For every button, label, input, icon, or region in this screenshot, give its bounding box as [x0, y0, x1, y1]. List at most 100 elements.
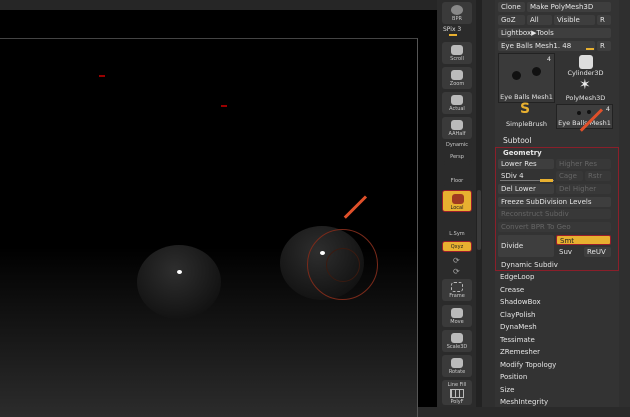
bpr-label: BPR	[452, 16, 462, 22]
smt-toggle[interactable]: Smt	[556, 235, 611, 245]
clone-button[interactable]: Clone	[498, 2, 525, 12]
visible-button[interactable]: Visible	[554, 15, 595, 25]
zoom-icon	[451, 70, 463, 80]
spix-label[interactable]: SPix 3	[443, 26, 461, 33]
lower-res-button[interactable]: Lower Res	[498, 159, 554, 169]
eyeball-icon	[512, 71, 521, 80]
eyeball-icon	[577, 111, 581, 115]
section-meshintegrity[interactable]: MeshIntegrity	[500, 398, 548, 406]
zoom-icon	[451, 95, 463, 105]
frame-icon	[451, 282, 463, 292]
tool-thumb-simplebrush[interactable]: S SimpleBrush	[498, 101, 555, 129]
section-shadowbox[interactable]: ShadowBox	[500, 298, 541, 306]
suv-toggle[interactable]: Suv	[556, 247, 582, 257]
section-crease[interactable]: Crease	[500, 286, 524, 294]
right-shelf: BPR SPix 3 Scroll Zoom Actual AAHalf Dyn…	[437, 0, 477, 407]
label: Move	[450, 319, 464, 325]
simplebrush-icon: S	[520, 101, 531, 117]
freeze-subdivision-button[interactable]: Freeze SubDivision Levels	[498, 197, 611, 207]
scale3d-button[interactable]: Scale3D	[442, 330, 472, 352]
dynamic-subdiv-header[interactable]: Dynamic Subdiv	[498, 260, 611, 270]
label: Cylinder3D	[567, 69, 604, 77]
all-button[interactable]: All	[527, 15, 552, 25]
section-position[interactable]: Position	[500, 373, 527, 381]
viewport	[0, 0, 437, 417]
label: PolyF	[450, 399, 464, 405]
make-polymesh-button[interactable]: Make PolyMesh3D	[527, 2, 611, 12]
aahalf-button[interactable]: AAHalf	[442, 117, 472, 139]
del-lower-button[interactable]: Del Lower	[498, 184, 554, 194]
label: PolyMesh3D	[565, 94, 606, 102]
section-size[interactable]: Size	[500, 386, 514, 394]
linefill-label: Line Fill	[447, 382, 467, 388]
subtool-header[interactable]: Subtool	[503, 136, 531, 145]
goz-button[interactable]: GoZ	[498, 15, 525, 25]
polyf-button[interactable]: Line Fill PolyF	[442, 380, 472, 405]
rotate-axis-icon[interactable]: ⟳	[453, 267, 460, 276]
grid-icon	[450, 389, 464, 398]
label: Local	[450, 205, 464, 211]
move-button[interactable]: Move	[442, 305, 472, 327]
divide-button[interactable]: Divide	[498, 235, 554, 257]
label: Scroll	[450, 56, 464, 62]
zoom-button[interactable]: Zoom	[442, 67, 472, 89]
cage-button[interactable]: Cage	[556, 171, 583, 181]
tool-slider-knob[interactable]	[586, 48, 594, 50]
spix-slider[interactable]	[449, 34, 457, 36]
rstr-button[interactable]: Rstr	[585, 171, 611, 181]
persp-button[interactable]: Dynamic Persp	[442, 140, 472, 162]
convert-bpr-button[interactable]: Convert BPR To Geo	[498, 222, 611, 232]
reuv-toggle[interactable]: ReUV	[584, 247, 611, 257]
rotate-button[interactable]: Rotate	[442, 355, 472, 377]
tool-thumb-polymesh[interactable]: ✶ PolyMesh3D	[557, 77, 614, 103]
eyeball-specular	[177, 270, 182, 274]
bpr-button[interactable]: BPR	[442, 2, 472, 24]
local-button[interactable]: Local	[442, 190, 472, 212]
marker	[221, 105, 227, 107]
section-claypolish[interactable]: ClayPolish	[500, 311, 536, 319]
section-zremesher[interactable]: ZRemesher	[500, 348, 540, 356]
dynamic-label: Dynamic	[445, 142, 469, 148]
canvas[interactable]	[0, 10, 437, 417]
document-area[interactable]	[0, 38, 418, 417]
r-button[interactable]: R	[597, 41, 611, 51]
r-button[interactable]: R	[597, 15, 611, 25]
floor-button[interactable]: Floor	[442, 164, 472, 186]
sdiv-knob[interactable]	[540, 179, 553, 182]
local-icon	[452, 194, 464, 204]
label: AAHalf	[448, 131, 466, 137]
label: SimpleBrush	[506, 120, 547, 128]
label: Persp	[450, 154, 464, 160]
del-higher-button[interactable]: Del Higher	[556, 184, 611, 194]
brush-inner-ring	[326, 248, 360, 282]
qxyz-button[interactable]: Qxyz	[442, 241, 472, 252]
section-modify-topology[interactable]: Modify Topology	[500, 361, 556, 369]
higher-res-button[interactable]: Higher Res	[556, 159, 611, 169]
eyeball-left[interactable]	[137, 245, 221, 319]
lightbox-tools-button[interactable]: Lightbox▶Tools	[498, 28, 611, 38]
label: Floor	[450, 178, 464, 184]
label: Zoom	[449, 81, 465, 87]
frame-button[interactable]: Frame	[442, 279, 472, 301]
label: Scale3D	[446, 344, 468, 350]
section-edgeloop[interactable]: EdgeLoop	[500, 273, 534, 281]
count: 4	[605, 105, 610, 113]
reconstruct-subdiv-button[interactable]: Reconstruct Subdiv	[498, 209, 611, 219]
section-tessimate[interactable]: Tessimate	[500, 336, 535, 344]
current-tool-slider[interactable]: Eye Balls Mesh1. 48	[498, 41, 595, 51]
geometry-header[interactable]: Geometry	[503, 149, 542, 157]
label: Actual	[449, 106, 465, 112]
count: 4	[546, 55, 551, 63]
tool-thumb-cylinder[interactable]: Cylinder3D	[557, 53, 614, 78]
actual-button[interactable]: Actual	[442, 92, 472, 114]
eyeball-icon	[587, 110, 591, 114]
scrollbar-thumb[interactable]	[477, 190, 481, 250]
cylinder-icon	[579, 55, 593, 69]
zoom-icon	[451, 120, 463, 130]
tool-thumb-eyeballs[interactable]: 4 Eye Balls Mesh1	[498, 53, 555, 103]
lsym-button[interactable]: L.Sym	[442, 217, 472, 239]
section-dynamesh[interactable]: DynaMesh	[500, 323, 537, 331]
label: L.Sym	[449, 231, 465, 237]
rotate-axis-icon[interactable]: ⟳	[453, 256, 460, 265]
scroll-button[interactable]: Scroll	[442, 42, 472, 64]
